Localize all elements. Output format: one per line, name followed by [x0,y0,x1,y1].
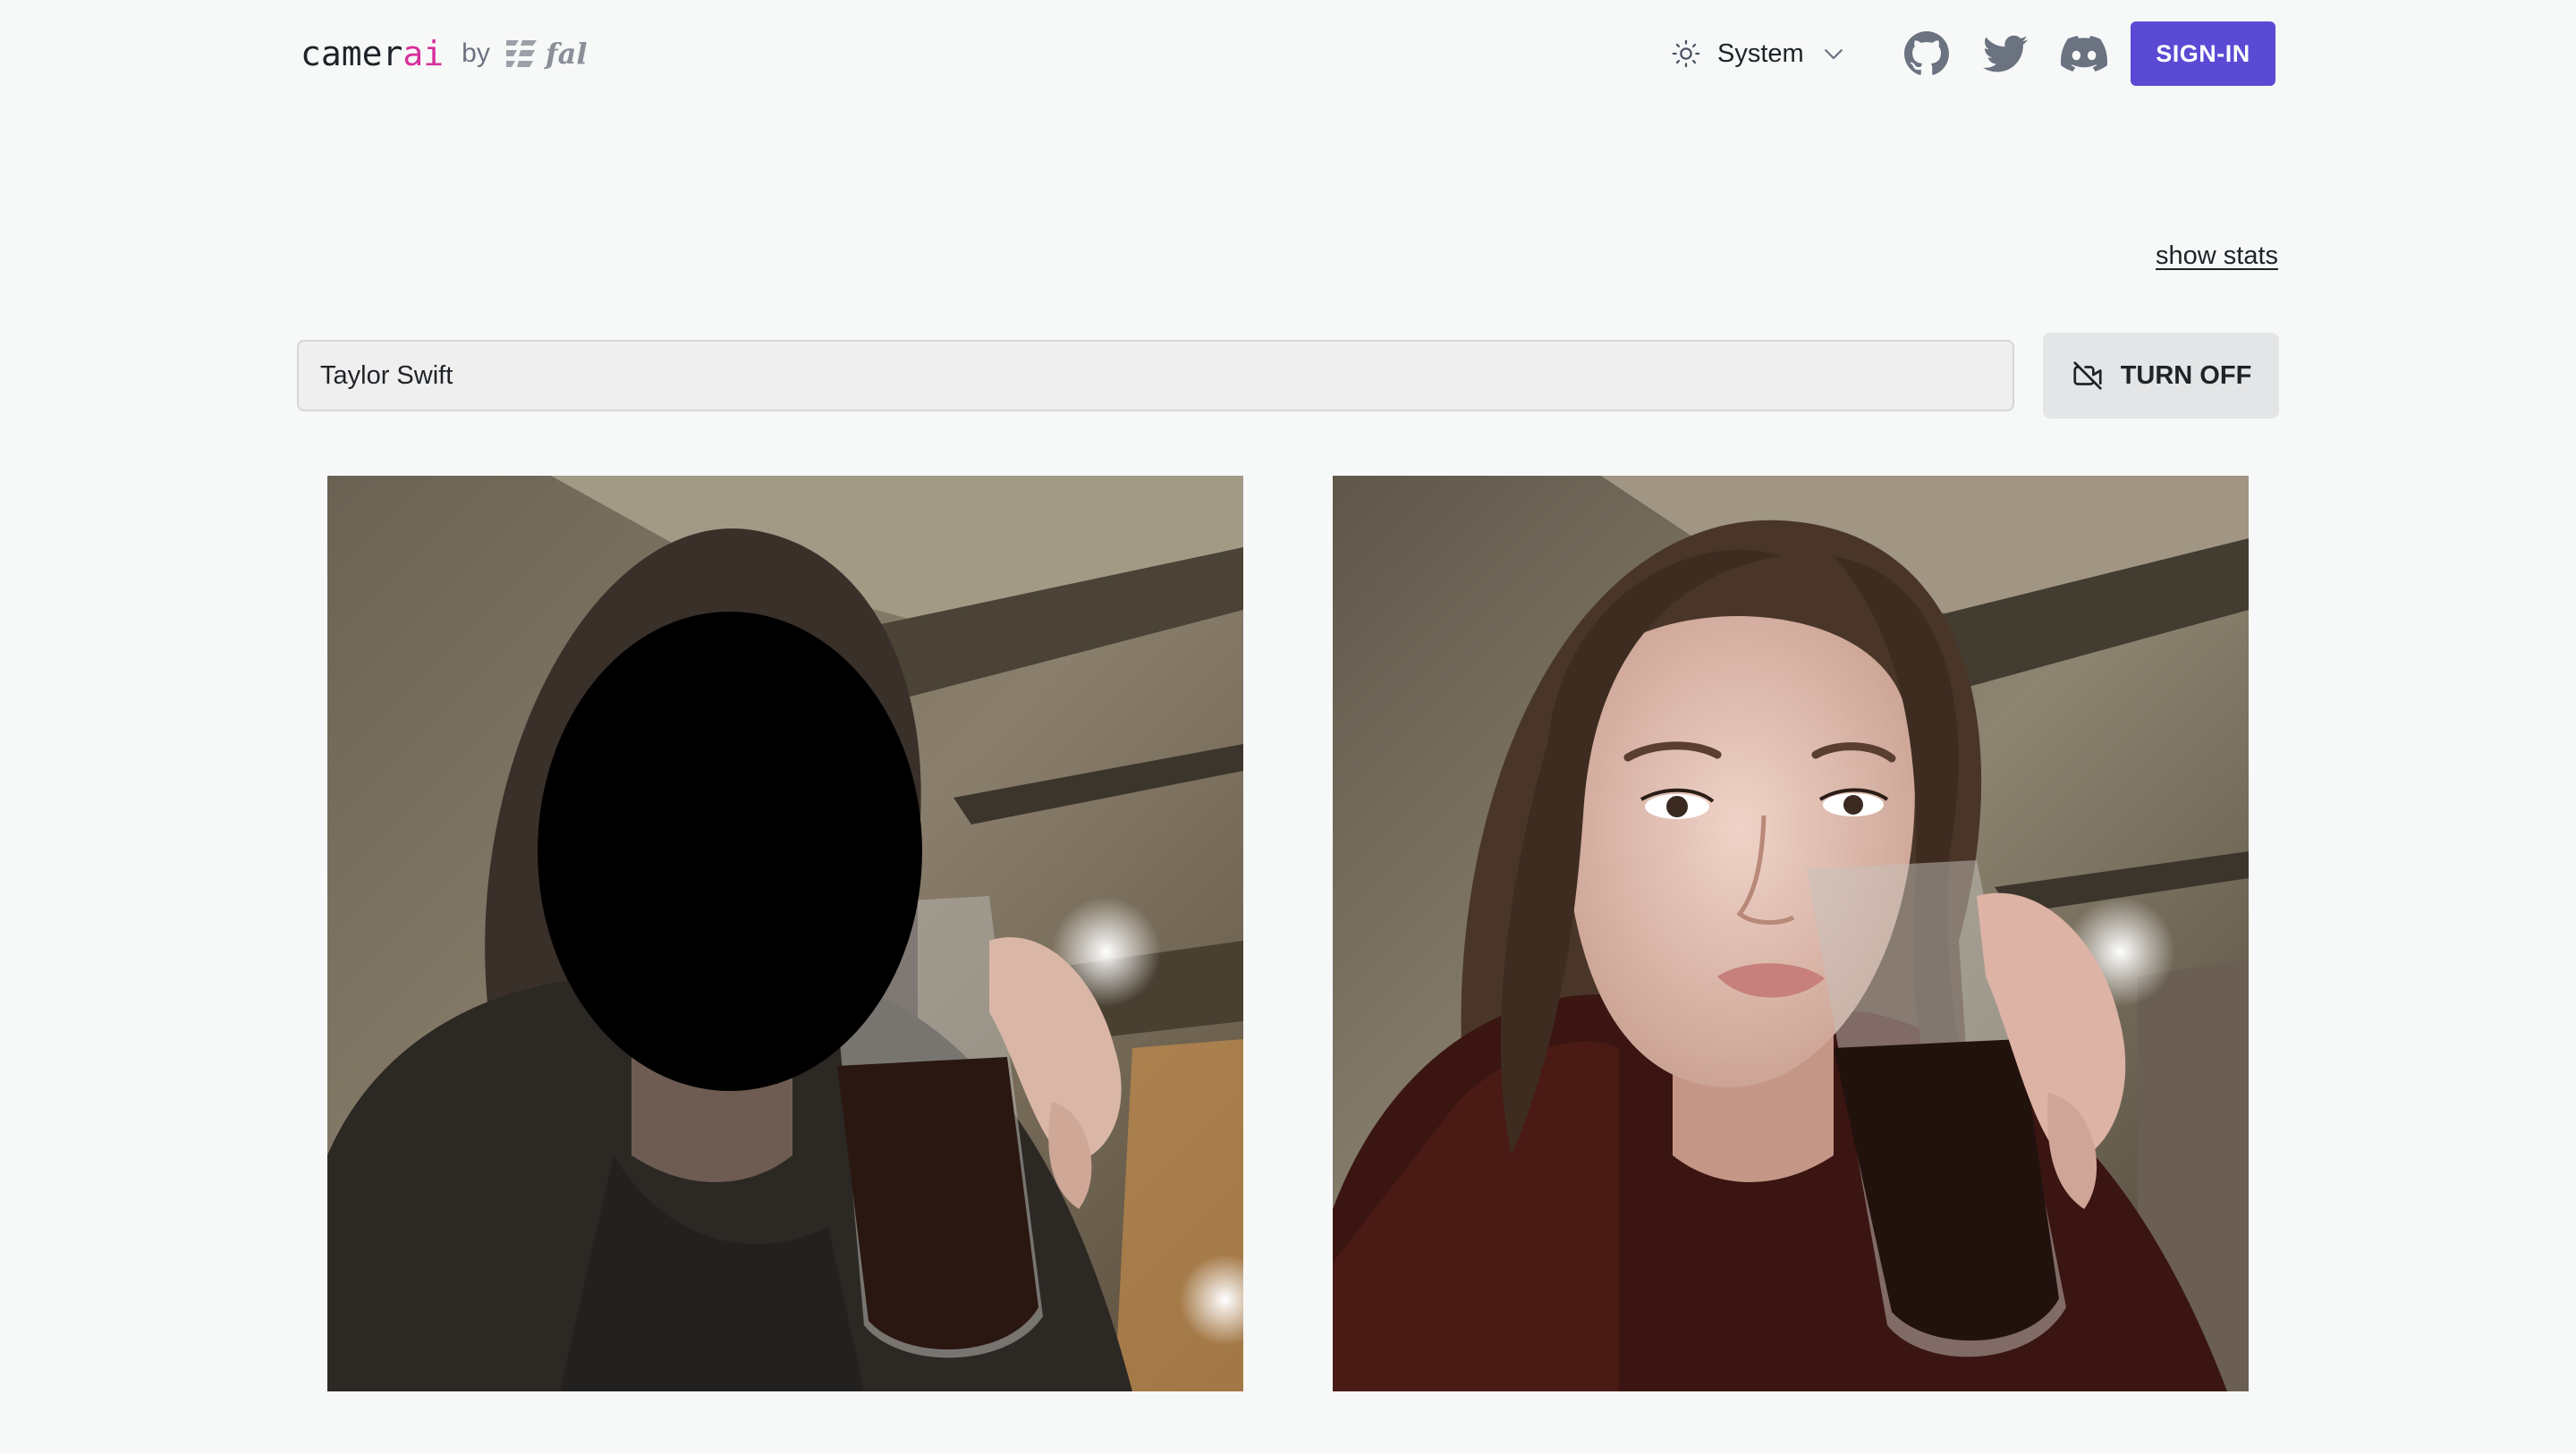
chevron-down-icon [1824,49,1843,60]
brand-by-label: by [462,38,490,68]
turn-off-label: TURN OFF [2120,360,2252,390]
webcam-input-frame [327,476,1243,1391]
generated-output-frame [1333,476,2249,1391]
fal-mark-icon [505,40,537,67]
brand-logo[interactable]: camerai by fal [301,30,588,77]
twitter-icon [1983,35,2028,72]
brand-name: camerai [301,34,445,73]
top-nav: camerai by fal System SIGN-IN [0,0,2576,107]
theme-label: System [1717,38,1804,68]
sun-icon [1672,39,1700,68]
discord-icon [2061,36,2107,72]
show-stats-link[interactable]: show stats [2156,241,2278,271]
face-blur-mask [538,612,922,1091]
github-icon [1904,31,1949,75]
prompt-input[interactable] [297,340,2014,411]
signin-button[interactable]: SIGN-IN [2131,21,2275,86]
github-link[interactable] [1903,30,1950,77]
generated-image [1333,476,2249,1391]
fal-logo: fal [504,37,588,71]
turn-off-camera-button[interactable]: TURN OFF [2043,333,2279,418]
twitter-link[interactable] [1982,30,2029,77]
webcam-image [327,476,1243,1391]
video-off-icon [2073,361,2102,390]
theme-selector[interactable]: System [1671,27,1847,80]
fal-wordmark: fal [545,37,588,71]
discord-link[interactable] [2061,30,2107,77]
